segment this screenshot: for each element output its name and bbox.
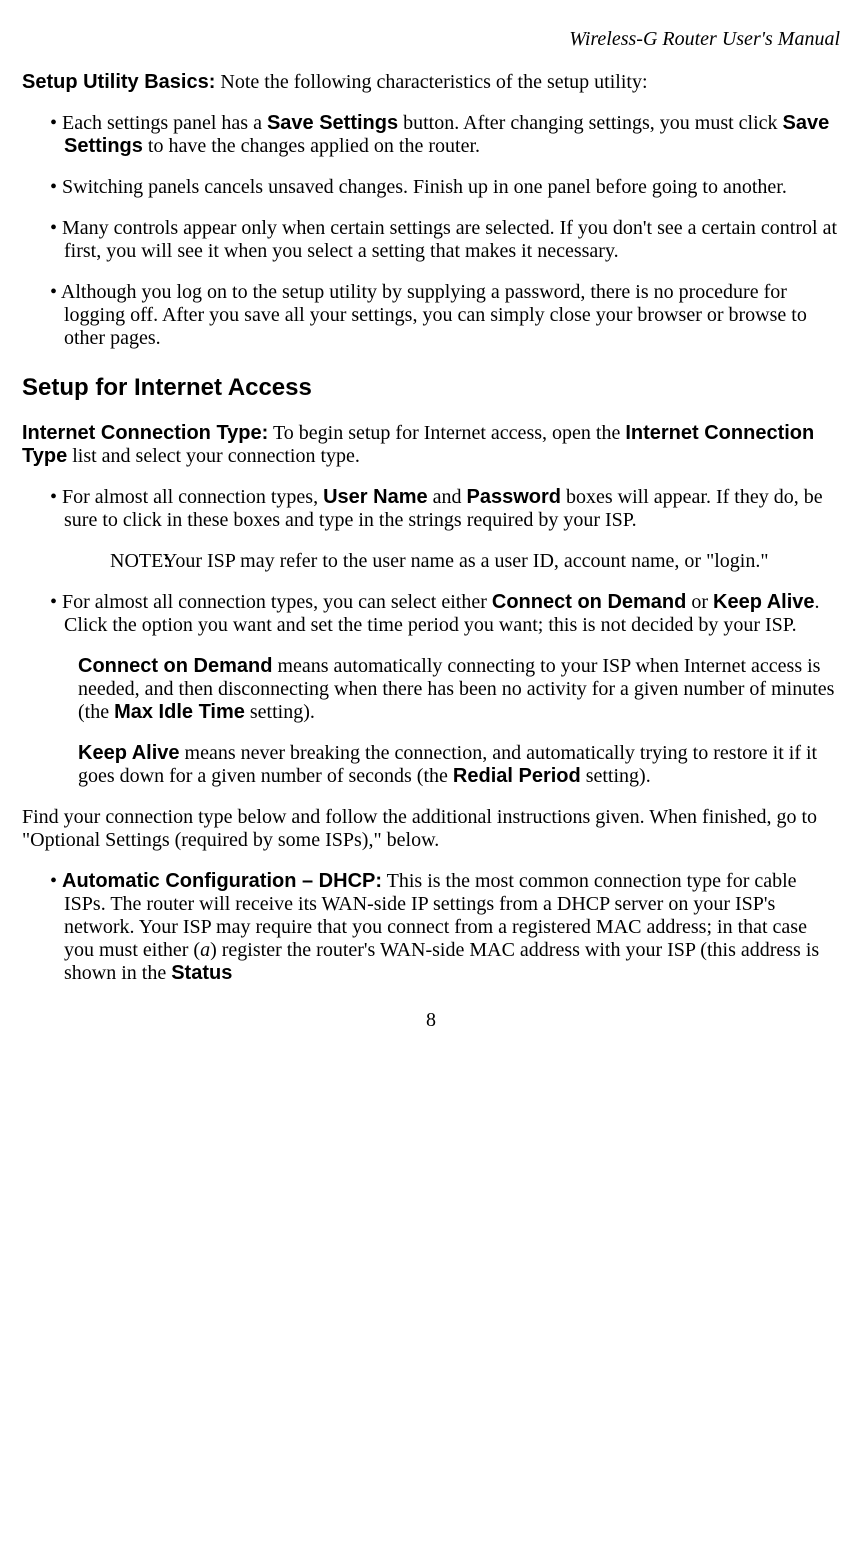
list-item: For almost all connection types, you can…	[50, 591, 840, 788]
setup-basics-intro: Setup Utility Basics: Note the following…	[22, 71, 840, 94]
note-body: Your ISP may refer to the user name as a…	[177, 550, 840, 573]
status-bold: Status	[171, 962, 232, 984]
user-name-bold: User Name	[323, 486, 428, 508]
text: For almost all connection types, you can…	[62, 591, 492, 613]
text: button. After changing settings, you mus…	[398, 112, 782, 134]
text: list and select your connection type.	[67, 445, 360, 467]
keep-alive-bold: Keep Alive	[713, 591, 815, 613]
list-item: Many controls appear only when certain s…	[50, 217, 840, 263]
connect-on-demand-para: Connect on Demand means automatically co…	[64, 655, 840, 724]
text: Switching panels cancels unsaved changes…	[62, 176, 787, 198]
save-settings-bold: Save Settings	[267, 112, 398, 134]
text: For almost all connection types,	[62, 486, 323, 508]
keep-alive-para: Keep Alive means never breaking the conn…	[64, 742, 840, 788]
text: Although you log on to the setup utility…	[61, 281, 807, 349]
list-item: Although you log on to the setup utility…	[50, 281, 840, 350]
dhcp-lead: Automatic Configuration – DHCP:	[62, 870, 382, 892]
note-block: NOTE: Your ISP may refer to the user nam…	[124, 550, 840, 573]
text: Each settings panel has a	[62, 112, 267, 134]
text: setting).	[245, 701, 315, 723]
connect-on-demand-bold: Connect on Demand	[492, 591, 686, 613]
page-number: 8	[22, 1009, 840, 1032]
list-item: Each settings panel has a Save Settings …	[50, 112, 840, 158]
text: To begin setup for Internet access, open…	[268, 422, 625, 444]
text: or	[686, 591, 713, 613]
section-heading-internet-access: Setup for Internet Access	[22, 374, 840, 402]
redial-period-bold: Redial Period	[453, 765, 581, 787]
ict-bullets-2: Automatic Configuration – DHCP: This is …	[22, 870, 840, 985]
list-item: Automatic Configuration – DHCP: This is …	[50, 870, 840, 985]
setup-basics-bullets: Each settings panel has a Save Settings …	[22, 112, 840, 350]
text: to have the changes applied on the route…	[143, 135, 480, 157]
connect-on-demand-bold: Connect on Demand	[78, 655, 272, 677]
text: setting).	[581, 765, 651, 787]
setup-basics-intro-rest: Note the following characteristics of th…	[215, 71, 647, 93]
ict-bullets-1: For almost all connection types, User Na…	[22, 486, 840, 788]
find-connection-type-para: Find your connection type below and foll…	[22, 806, 840, 852]
password-bold: Password	[467, 486, 561, 508]
setup-basics-lead: Setup Utility Basics:	[22, 71, 215, 93]
text: means never breaking the connection, and…	[78, 742, 817, 787]
internet-connection-type-intro: Internet Connection Type: To begin setup…	[22, 422, 840, 468]
italic-a: a	[200, 939, 210, 961]
list-item: For almost all connection types, User Na…	[50, 486, 840, 573]
max-idle-time-bold: Max Idle Time	[114, 701, 245, 723]
text: and	[428, 486, 467, 508]
list-item: Switching panels cancels unsaved changes…	[50, 176, 840, 199]
ict-lead: Internet Connection Type:	[22, 422, 268, 444]
document-header-title: Wireless-G Router User's Manual	[22, 28, 840, 51]
text: Many controls appear only when certain s…	[62, 217, 837, 262]
keep-alive-bold: Keep Alive	[78, 742, 180, 764]
